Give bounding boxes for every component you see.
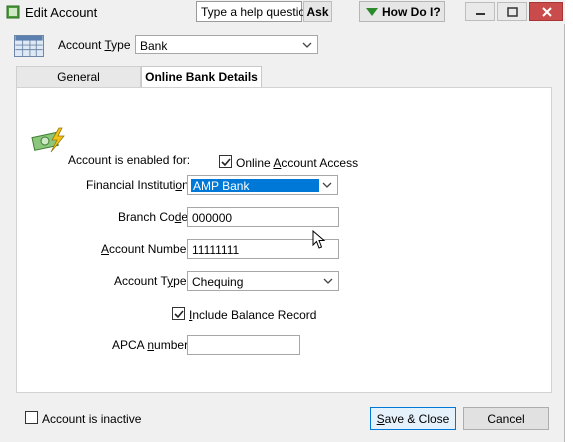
chevron-down-icon [302,42,312,48]
mouse-cursor-icon [312,230,326,249]
edit-account-window: Edit Account Type a help question Ask Ho… [0,0,565,442]
app-icon [6,5,20,19]
money-bolt-icon [31,127,65,153]
account-inactive-checkbox[interactable] [25,411,38,424]
bank-account-type-select[interactable]: Chequing [187,271,339,291]
account-type-select[interactable]: Bank [135,35,318,54]
maximize-icon [507,7,518,17]
chevron-down-icon [322,182,332,188]
account-type-value: Bank [140,39,168,53]
close-icon [542,7,552,17]
checkmark-icon [174,310,184,319]
include-balance-label: Include Balance Record [189,308,317,322]
financial-institution-select[interactable]: AMP Bank [187,175,338,195]
branch-code-label: Branch Code: [118,210,191,224]
account-number-label: Account Number: [101,242,194,256]
close-button[interactable] [529,2,563,21]
apca-number-label: APCA number: [112,338,192,352]
include-balance-checkbox[interactable] [172,307,185,320]
dropdown-arrow-icon [366,8,378,16]
ask-button[interactable]: Ask [303,1,332,22]
tab-online-bank-details[interactable]: Online Bank Details [141,66,262,87]
title-bar[interactable]: Edit Account Type a help question Ask Ho… [0,0,565,24]
maximize-button[interactable] [497,2,527,21]
account-inactive-label: Account is inactive [42,412,142,426]
checkmark-icon [221,158,231,167]
save-close-button[interactable]: Save & Close [370,407,456,430]
window-title: Edit Account [25,5,98,20]
apca-number-input[interactable] [187,335,300,355]
financial-institution-label: Financial Institution: [86,178,192,192]
account-type-label: Account Type [58,38,131,52]
how-do-i-label: How Do I? [382,5,441,19]
how-do-i-button[interactable]: How Do I? [359,1,445,22]
online-access-checkbox[interactable] [219,155,232,168]
enabled-for-label: Account is enabled for: [68,153,191,167]
minimize-icon [476,13,485,15]
chevron-down-icon [323,278,333,284]
background-strip [566,0,573,442]
branch-code-input[interactable]: 000000 [187,207,339,227]
help-question-input[interactable]: Type a help question [196,1,312,22]
online-access-label: Online Account Access [236,156,359,170]
bank-account-type-value: Chequing [192,275,244,289]
minimize-button[interactable] [465,2,495,21]
bank-account-type-label: Account Type: [114,274,190,288]
cancel-button[interactable]: Cancel [463,407,549,430]
financial-institution-value: AMP Bank [193,179,250,193]
tab-general[interactable]: General [16,66,141,87]
account-grid-icon [14,35,44,57]
